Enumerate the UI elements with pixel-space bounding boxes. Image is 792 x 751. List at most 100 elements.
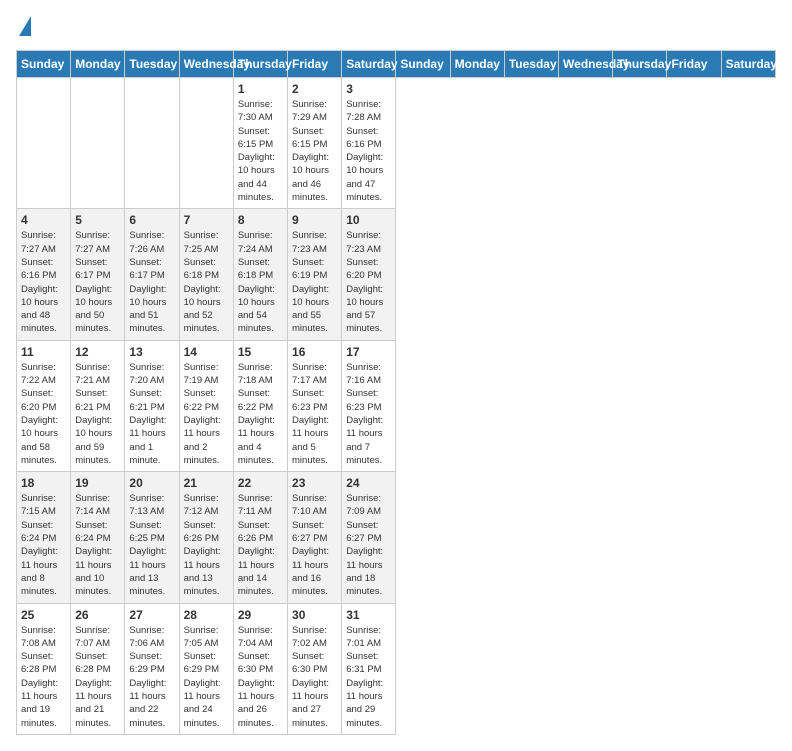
day-info: Sunrise: 7:26 AMSunset: 6:17 PMDaylight:…	[129, 229, 174, 335]
calendar-cell: 3 Sunrise: 7:28 AMSunset: 6:16 PMDaylight…	[342, 78, 396, 209]
day-number: 18	[21, 476, 66, 490]
calendar-cell: 17Sunrise: 7:16 AMSunset: 6:23 PMDayligh…	[342, 340, 396, 471]
day-info: Sunrise: 7:23 AMSunset: 6:20 PMDaylight:…	[346, 229, 391, 335]
day-info: Sunrise: 7:19 AMSunset: 6:22 PMDaylight:…	[184, 361, 229, 467]
header-tuesday: Tuesday	[125, 51, 179, 78]
day-number: 8	[238, 213, 283, 227]
header-day-monday: Monday	[450, 51, 504, 78]
calendar-cell: 9Sunrise: 7:23 AMSunset: 6:19 PMDaylight…	[288, 209, 342, 340]
calendar-cell: 18 Sunrise: 7:15 AMSunset: 6:24 PMDayligh…	[17, 472, 71, 603]
day-info: Sunrise: 7:23 AMSunset: 6:19 PMDaylight:…	[292, 229, 337, 335]
header-day-sunday: Sunday	[396, 51, 450, 78]
day-number: 11	[21, 345, 66, 359]
day-number: 3	[346, 82, 391, 96]
calendar-cell: 13 Sunrise: 7:20 AMSunset: 6:21 PMDayligh…	[125, 340, 179, 471]
day-info: Sunrise: 7:01 AMSunset: 6:31 PMDaylight:…	[346, 624, 391, 730]
calendar-cell: 29 Sunrise: 7:04 AMSunset: 6:30 PMDayligh…	[233, 603, 287, 734]
day-info: Sunrise: 7:12 AMSunset: 6:26 PMDaylight:…	[184, 492, 229, 598]
day-info: Sunrise: 7:29 AMSunset: 6:15 PMDaylight:…	[292, 98, 337, 204]
day-number: 30	[292, 608, 337, 622]
day-info: Sunrise: 7:20 AMSunset: 6:21 PMDaylight:…	[129, 361, 174, 467]
calendar-cell: 22 Sunrise: 7:11 AMSunset: 6:26 PMDayligh…	[233, 472, 287, 603]
day-info: Sunrise: 7:04 AMSunset: 6:30 PMDaylight:…	[238, 624, 283, 730]
logo-triangle-icon	[19, 16, 31, 36]
day-number: 17	[346, 345, 391, 359]
day-info: Sunrise: 7:15 AMSunset: 6:24 PMDaylight:…	[21, 492, 66, 598]
calendar-week-row: 18 Sunrise: 7:15 AMSunset: 6:24 PMDayligh…	[17, 472, 776, 603]
day-number: 16	[292, 345, 337, 359]
day-info: Sunrise: 7:14 AMSunset: 6:24 PMDaylight:…	[75, 492, 120, 598]
calendar-cell	[71, 78, 125, 209]
calendar-cell: 28Sunrise: 7:05 AMSunset: 6:29 PMDayligh…	[179, 603, 233, 734]
day-info: Sunrise: 7:17 AMSunset: 6:23 PMDaylight:…	[292, 361, 337, 467]
header-day-saturday: Saturday	[721, 51, 775, 78]
header-wednesday: Wednesday	[179, 51, 233, 78]
calendar-cell: 27 Sunrise: 7:06 AMSunset: 6:29 PMDayligh…	[125, 603, 179, 734]
day-number: 19	[75, 476, 120, 490]
day-number: 13	[129, 345, 174, 359]
calendar-cell	[179, 78, 233, 209]
calendar-cell: 25Sunrise: 7:08 AMSunset: 6:28 PMDayligh…	[17, 603, 71, 734]
day-info: Sunrise: 7:27 AMSunset: 6:16 PMDaylight:…	[21, 229, 66, 335]
day-number: 23	[292, 476, 337, 490]
day-number: 29	[238, 608, 283, 622]
header-day-thursday: Thursday	[613, 51, 667, 78]
calendar-cell: 6 Sunrise: 7:26 AMSunset: 6:17 PMDaylight…	[125, 209, 179, 340]
day-number: 10	[346, 213, 391, 227]
day-number: 2	[292, 82, 337, 96]
day-info: Sunrise: 7:18 AMSunset: 6:22 PMDaylight:…	[238, 361, 283, 467]
header-day-tuesday: Tuesday	[504, 51, 558, 78]
logo	[16, 16, 31, 38]
calendar-table: SundayMondayTuesdayWednesdayThursdayFrid…	[16, 50, 776, 735]
day-number: 5	[75, 213, 120, 227]
day-number: 22	[238, 476, 283, 490]
header-sunday: Sunday	[17, 51, 71, 78]
day-number: 26	[75, 608, 120, 622]
day-info: Sunrise: 7:27 AMSunset: 6:17 PMDaylight:…	[75, 229, 120, 335]
day-info: Sunrise: 7:24 AMSunset: 6:18 PMDaylight:…	[238, 229, 283, 335]
calendar-week-row: 11 Sunrise: 7:22 AMSunset: 6:20 PMDayligh…	[17, 340, 776, 471]
day-number: 6	[129, 213, 174, 227]
day-info: Sunrise: 7:30 AMSunset: 6:15 PMDaylight:…	[238, 98, 283, 204]
calendar-cell: 14Sunrise: 7:19 AMSunset: 6:22 PMDayligh…	[179, 340, 233, 471]
day-number: 12	[75, 345, 120, 359]
day-number: 25	[21, 608, 66, 622]
calendar-cell: 8 Sunrise: 7:24 AMSunset: 6:18 PMDaylight…	[233, 209, 287, 340]
calendar-cell: 11 Sunrise: 7:22 AMSunset: 6:20 PMDayligh…	[17, 340, 71, 471]
day-info: Sunrise: 7:10 AMSunset: 6:27 PMDaylight:…	[292, 492, 337, 598]
calendar-cell: 5 Sunrise: 7:27 AMSunset: 6:17 PMDaylight…	[71, 209, 125, 340]
day-info: Sunrise: 7:28 AMSunset: 6:16 PMDaylight:…	[346, 98, 391, 204]
day-number: 31	[346, 608, 391, 622]
calendar-cell: 7 Sunrise: 7:25 AMSunset: 6:18 PMDaylight…	[179, 209, 233, 340]
calendar-cell: 20Sunrise: 7:13 AMSunset: 6:25 PMDayligh…	[125, 472, 179, 603]
day-info: Sunrise: 7:25 AMSunset: 6:18 PMDaylight:…	[184, 229, 229, 335]
day-info: Sunrise: 7:02 AMSunset: 6:30 PMDaylight:…	[292, 624, 337, 730]
day-number: 28	[184, 608, 229, 622]
calendar-cell: 19 Sunrise: 7:14 AMSunset: 6:24 PMDayligh…	[71, 472, 125, 603]
calendar-cell: 2 Sunrise: 7:29 AMSunset: 6:15 PMDaylight…	[288, 78, 342, 209]
day-number: 27	[129, 608, 174, 622]
day-info: Sunrise: 7:22 AMSunset: 6:20 PMDaylight:…	[21, 361, 66, 467]
day-number: 20	[129, 476, 174, 490]
day-number: 1	[238, 82, 283, 96]
day-number: 7	[184, 213, 229, 227]
calendar-cell: 10 Sunrise: 7:23 AMSunset: 6:20 PMDayligh…	[342, 209, 396, 340]
day-number: 15	[238, 345, 283, 359]
header-monday: Monday	[71, 51, 125, 78]
calendar-week-row: 25Sunrise: 7:08 AMSunset: 6:28 PMDayligh…	[17, 603, 776, 734]
calendar-cell: 26 Sunrise: 7:07 AMSunset: 6:28 PMDayligh…	[71, 603, 125, 734]
day-number: 4	[21, 213, 66, 227]
calendar-cell: 24Sunrise: 7:09 AMSunset: 6:27 PMDayligh…	[342, 472, 396, 603]
calendar-week-row: 1 Sunrise: 7:30 AMSunset: 6:15 PMDaylight…	[17, 78, 776, 209]
calendar-cell: 30 Sunrise: 7:02 AMSunset: 6:30 PMDayligh…	[288, 603, 342, 734]
header-friday: Friday	[288, 51, 342, 78]
header-day-wednesday: Wednesday	[559, 51, 613, 78]
day-info: Sunrise: 7:06 AMSunset: 6:29 PMDaylight:…	[129, 624, 174, 730]
calendar-header-row: SundayMondayTuesdayWednesdayThursdayFrid…	[17, 51, 776, 78]
header-day-friday: Friday	[667, 51, 721, 78]
day-info: Sunrise: 7:11 AMSunset: 6:26 PMDaylight:…	[238, 492, 283, 598]
calendar-cell	[125, 78, 179, 209]
calendar-cell: 31 Sunrise: 7:01 AMSunset: 6:31 PMDayligh…	[342, 603, 396, 734]
day-info: Sunrise: 7:07 AMSunset: 6:28 PMDaylight:…	[75, 624, 120, 730]
calendar-cell: 4 Sunrise: 7:27 AMSunset: 6:16 PMDaylight…	[17, 209, 71, 340]
